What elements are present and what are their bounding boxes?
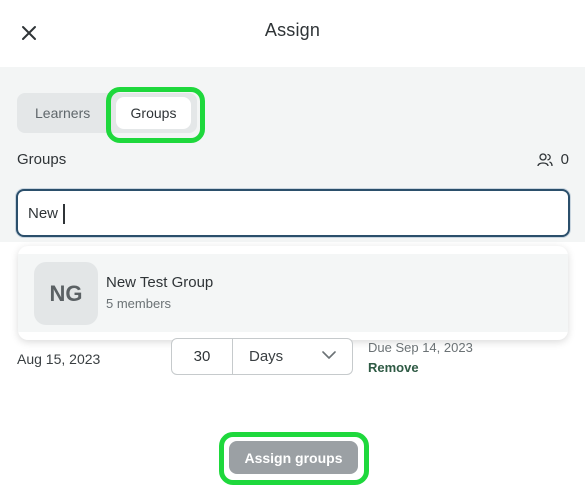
search-input[interactable] [18, 191, 568, 235]
page-title: Assign [264, 20, 321, 40]
text-caret [63, 204, 65, 224]
tab-switcher: Learners Groups [17, 93, 197, 133]
tab-groups[interactable]: Groups [116, 97, 191, 129]
duration-value-input[interactable]: 30 [171, 338, 233, 375]
groups-section-label: Groups [17, 151, 67, 168]
group-members-count: 5 members [106, 296, 172, 311]
people-icon [537, 152, 553, 166]
search-results-dropdown: NG New Test Group 5 members [18, 246, 568, 340]
modal-header: Assign [0, 0, 585, 67]
due-date-text: Due Sep 14, 2023 [368, 340, 473, 355]
group-option[interactable]: NG New Test Group 5 members [18, 254, 568, 332]
chevron-down-icon [322, 351, 336, 359]
search-field[interactable] [16, 189, 570, 237]
duration-unit-select[interactable]: Days [233, 338, 353, 375]
group-name: New Test Group [106, 274, 214, 291]
groups-count-value: 0 [560, 151, 569, 168]
remove-link[interactable]: Remove [368, 360, 419, 375]
groups-count: 0 [537, 151, 569, 168]
duration-unit-label: Days [249, 348, 284, 365]
group-avatar: NG [34, 262, 98, 325]
assign-groups-button[interactable]: Assign groups [229, 441, 358, 474]
start-date: Aug 15, 2023 [17, 351, 101, 367]
